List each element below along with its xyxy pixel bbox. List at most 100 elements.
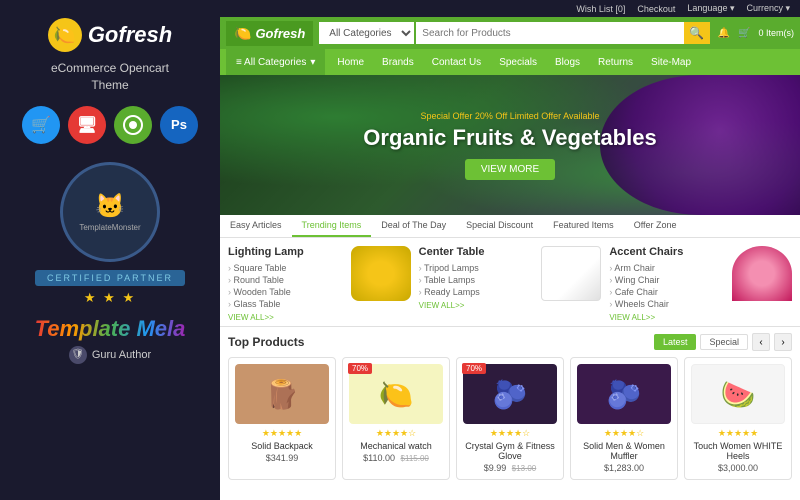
- brand-logo: 🍋 Gofresh: [48, 18, 172, 52]
- menu-sitemap[interactable]: Site-Map: [643, 53, 699, 72]
- product-stars-2: ★★★★☆: [349, 428, 443, 439]
- prod-col-center: Center Table Tripod Lamps Table Lamps Re…: [419, 246, 602, 322]
- menu-brands[interactable]: Brands: [374, 53, 422, 72]
- hero-view-more-button[interactable]: VIEW MORE: [465, 159, 555, 180]
- top-products-controls: Latest Special ‹ ›: [654, 333, 792, 351]
- view-all-lighting[interactable]: VIEW ALL>>: [228, 313, 411, 322]
- chair-image: [732, 246, 792, 301]
- old-price-2: $115.00: [401, 454, 429, 463]
- top-products-section: Top Products Latest Special ‹ › 🪵 ★★★★★ …: [220, 327, 800, 500]
- bell-icon[interactable]: 🔔: [718, 28, 730, 39]
- product-image-4: 🫐: [577, 364, 671, 424]
- menu-returns[interactable]: Returns: [590, 53, 641, 72]
- menu-contact[interactable]: Contact Us: [424, 53, 489, 72]
- menu-home[interactable]: Home: [329, 53, 372, 72]
- cart-icon[interactable]: 🛒: [738, 28, 750, 39]
- nutri-image: [541, 246, 601, 301]
- product-price-5: $3,000.00: [691, 463, 785, 473]
- responsive-icon: 🖥: [68, 106, 106, 144]
- template-monster-badge: 🐱 TemplateMonster: [60, 162, 160, 262]
- menu-all-label: ≡ All Categories: [236, 57, 306, 68]
- wishlist-link[interactable]: Wish List [0]: [576, 4, 625, 14]
- joomla-icon: [114, 106, 152, 144]
- view-all-center[interactable]: VIEW ALL>>: [419, 301, 602, 310]
- product-card-2[interactable]: 70% 🍋 ★★★★☆ Mechanical watch $110.00 $11…: [342, 357, 450, 480]
- product-stars-1: ★★★★★: [235, 428, 329, 439]
- nav-right: 🔔 🛒 0 Item(s): [718, 28, 794, 39]
- product-stars-3: ★★★★☆: [463, 428, 557, 439]
- cart-label: 0 Item(s): [758, 28, 794, 38]
- menu-blogs[interactable]: Blogs: [547, 53, 588, 72]
- prod-col-lighting: Lighting Lamp Square Table Round Table W…: [228, 246, 411, 322]
- product-name-3: Crystal Gym & Fitness Glove: [463, 441, 557, 461]
- product-card-1[interactable]: 🪵 ★★★★★ Solid Backpack $341.99: [228, 357, 336, 480]
- certified-label: certified PaRTNER: [47, 273, 173, 283]
- hero-title: Organic Fruits & Vegetables: [363, 125, 656, 151]
- tab-special-discount[interactable]: Special Discount: [456, 215, 543, 237]
- search-input[interactable]: [416, 22, 683, 44]
- product-card-3[interactable]: 70% 🫐 ★★★★☆ Crystal Gym & Fitness Glove …: [456, 357, 564, 480]
- product-badge-2: 70%: [348, 363, 372, 374]
- brand-name: Gofresh: [88, 22, 172, 48]
- checkout-link[interactable]: Checkout: [637, 4, 675, 14]
- rating-stars: ★ ★ ★: [84, 290, 136, 306]
- search-button[interactable]: 🔍: [684, 22, 710, 44]
- nav-bar: 🍋 Gofresh All Categories 🔍 🔔 🛒 0 Item(s): [220, 17, 800, 49]
- certified-banner: certified PaRTNER: [35, 270, 185, 286]
- top-products-title: Top Products: [228, 335, 304, 349]
- view-all-accent[interactable]: VIEW ALL>>: [609, 313, 792, 322]
- menu-specials[interactable]: Specials: [491, 53, 545, 72]
- tab-offer-zone[interactable]: Offer Zone: [624, 215, 687, 237]
- menu-items: Home Brands Contact Us Specials Blogs Re…: [329, 53, 699, 72]
- currency-dropdown[interactable]: Currency ▾: [746, 3, 790, 14]
- old-price-3: $13.00: [512, 464, 536, 473]
- all-categories-button[interactable]: ≡ All Categories ▾: [226, 49, 325, 75]
- language-dropdown[interactable]: Language ▾: [687, 3, 734, 14]
- left-panel: 🍋 Gofresh eCommerce OpencartTheme 🛒 🖥 Ps…: [0, 0, 220, 500]
- product-name-5: Touch Women WHITE Heels: [691, 441, 785, 461]
- menu-bar: ≡ All Categories ▾ Home Brands Contact U…: [220, 49, 800, 75]
- tech-icons: 🛒 🖥 Ps: [22, 106, 198, 144]
- product-price-3: $9.99 $13.00: [463, 463, 557, 473]
- right-panel: Wish List [0] Checkout Language ▾ Curren…: [220, 0, 800, 500]
- opencart-icon: 🛒: [22, 106, 60, 144]
- product-image-1: 🪵: [235, 364, 329, 424]
- product-grid: 🪵 ★★★★★ Solid Backpack $341.99 70% 🍋 ★★★…: [228, 357, 792, 480]
- tm-icon: 🐱: [95, 192, 125, 221]
- tm-label: TemplateMonster: [79, 223, 140, 232]
- logo-icon: 🍋: [48, 18, 82, 52]
- nav-logo: 🍋 Gofresh: [226, 21, 313, 46]
- subtitle: eCommerce OpencartTheme: [51, 60, 169, 94]
- category-select[interactable]: All Categories: [319, 22, 414, 44]
- top-bar: Wish List [0] Checkout Language ▾ Curren…: [220, 0, 800, 17]
- nav-logo-icon: 🍋: [234, 25, 251, 42]
- product-price-2: $110.00 $115.00: [349, 453, 443, 463]
- guru-author: 🛡 Guru Author: [69, 346, 151, 364]
- tab-special[interactable]: Special: [700, 334, 748, 350]
- photoshop-icon: Ps: [160, 106, 198, 144]
- product-card-5[interactable]: 🍉 ★★★★★ Touch Women WHITE Heels $3,000.0…: [684, 357, 792, 480]
- guru-author-label: Guru Author: [92, 349, 151, 361]
- product-price-4: $1,283.00: [577, 463, 671, 473]
- guru-icon: 🛡: [69, 346, 87, 364]
- tab-easy-articles[interactable]: Easy Articles: [220, 215, 292, 237]
- tab-deal-of-day[interactable]: Deal of The Day: [371, 215, 456, 237]
- nav-logo-text: Gofresh: [255, 26, 305, 41]
- prev-arrow[interactable]: ‹: [752, 333, 770, 351]
- product-columns: Lighting Lamp Square Table Round Table W…: [220, 238, 800, 327]
- product-price-1: $341.99: [235, 453, 329, 463]
- tab-latest[interactable]: Latest: [654, 334, 697, 350]
- product-name-2: Mechanical watch: [349, 441, 443, 451]
- hero-content: Special Offer 20% Off Limited Offer Avai…: [363, 111, 656, 180]
- hero-banner: Special Offer 20% Off Limited Offer Avai…: [220, 75, 800, 215]
- product-name-1: Solid Backpack: [235, 441, 329, 451]
- chevron-down-icon: ▾: [310, 57, 315, 68]
- product-card-4[interactable]: 🫐 ★★★★☆ Solid Men & Women Muffler $1,283…: [570, 357, 678, 480]
- prod-col-accent: Accent Chairs Arm Chair Wing Chair Cafe …: [609, 246, 792, 322]
- banana-image: [351, 246, 411, 301]
- hero-offer-text: Special Offer 20% Off Limited Offer Avai…: [363, 111, 656, 121]
- tab-trending-items[interactable]: Trending Items: [292, 215, 372, 237]
- next-arrow[interactable]: ›: [774, 333, 792, 351]
- product-image-5: 🍉: [691, 364, 785, 424]
- tab-featured-items[interactable]: Featured Items: [543, 215, 624, 237]
